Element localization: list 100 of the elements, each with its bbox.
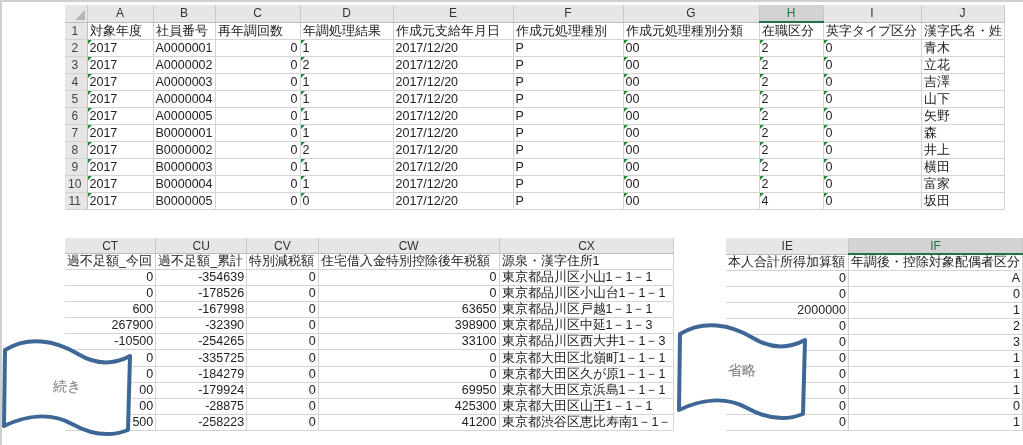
- column-header[interactable]: B: [153, 5, 215, 22]
- field-name: 在職区分: [761, 24, 814, 38]
- cell-value: 0: [839, 399, 846, 413]
- column-header[interactable]: F: [513, 5, 623, 22]
- cell-value: 0: [290, 143, 298, 157]
- cell-value: 0: [489, 366, 497, 381]
- cell-value: 0: [839, 287, 846, 301]
- cell-value: 0: [146, 350, 154, 365]
- cell-value: 0: [489, 270, 497, 285]
- field-name: 特別減税額: [249, 254, 315, 269]
- column-header[interactable]: E: [393, 5, 513, 22]
- cell-value: B0000001: [155, 126, 213, 140]
- cell-value: 2: [761, 177, 769, 191]
- column-header[interactable]: D: [300, 5, 393, 22]
- cell-value: 0: [825, 143, 833, 157]
- banner-label: 省略: [727, 362, 757, 380]
- cell-value: 4: [761, 194, 769, 208]
- cell-value: B0000004: [155, 177, 213, 191]
- column-header[interactable]: CW: [318, 238, 499, 254]
- cell-value: 2017: [89, 58, 118, 72]
- cell-value: 0: [489, 286, 497, 301]
- cell-value: 2: [761, 143, 769, 157]
- cell-value: P: [515, 177, 524, 191]
- cell-value: 0: [290, 194, 298, 208]
- column-header[interactable]: IE: [726, 238, 849, 254]
- cell-value: 2017/12/20: [395, 41, 459, 55]
- cell-value: 0: [308, 414, 316, 429]
- cell-value: 坂田: [923, 194, 950, 208]
- cell-value: 0: [825, 75, 833, 89]
- cell-value: 0: [308, 350, 316, 365]
- column-header[interactable]: CU: [155, 238, 247, 254]
- cell-value: 00: [625, 41, 640, 55]
- cell-value: 富家: [923, 177, 950, 191]
- cell-value: 0: [308, 318, 316, 333]
- column-header[interactable]: CX: [499, 238, 674, 254]
- cell-value: 2017/12/20: [395, 177, 459, 191]
- cell-value: -254265: [198, 334, 245, 349]
- cell-value: 00: [139, 382, 154, 397]
- cell-value: 2: [302, 58, 310, 72]
- cell-value: 33100: [461, 334, 497, 349]
- field-name: 漢字氏名・姓: [923, 23, 1002, 38]
- cell-value: 0: [825, 126, 833, 140]
- cell-value: P: [515, 160, 524, 174]
- cell-value: 0: [290, 177, 298, 191]
- cell-value: 0: [290, 160, 298, 174]
- column-header[interactable]: G: [623, 5, 759, 22]
- cell-value: 2017: [89, 109, 118, 123]
- cell-value: -10500: [114, 334, 154, 349]
- column-header[interactable]: CT: [65, 238, 156, 254]
- cell-value: 2017/12/20: [395, 143, 459, 157]
- cell-value: 東京都品川区小山1－1－1: [501, 270, 653, 285]
- cell-value: 2017/12/20: [395, 109, 459, 123]
- cell-value: -28875: [205, 398, 245, 413]
- column-header[interactable]: IF: [848, 238, 1023, 254]
- column-header[interactable]: C: [215, 5, 300, 22]
- field-name: 再年調回数: [217, 23, 283, 38]
- cell-value: 0: [308, 302, 316, 317]
- cell-value: A0000001: [155, 41, 213, 55]
- column-header[interactable]: A: [87, 5, 153, 22]
- cell-value: 吉澤: [923, 75, 950, 89]
- field-name: 過不足額_累計: [158, 254, 244, 269]
- column-header[interactable]: H: [759, 5, 823, 22]
- cell-value: 0: [489, 350, 497, 365]
- cell-value: 0: [290, 109, 298, 123]
- cell-value: 2: [302, 143, 310, 157]
- field-name: 年調処理結果: [302, 23, 381, 38]
- cell-value: 2: [761, 109, 769, 123]
- field-name: 年調後・控除対象配偶者区分: [851, 255, 1020, 269]
- cell-value: 東京都品川区中延1－1－3: [501, 318, 653, 333]
- cell-value: 0: [308, 382, 316, 397]
- cell-value: P: [515, 126, 524, 140]
- column-header[interactable]: I: [823, 5, 921, 22]
- cell-value: 2017: [89, 177, 118, 191]
- cell-value: 0: [839, 351, 846, 365]
- cell-value: 1: [1013, 351, 1020, 365]
- cell-value: 2017: [89, 75, 118, 89]
- cell-value: 東京都大田区北嶺町1－1－1: [501, 350, 666, 365]
- column-header[interactable]: CV: [246, 238, 319, 254]
- cell-value: 0: [825, 58, 833, 72]
- cell-value: 0: [825, 41, 833, 55]
- cell-value: P: [515, 194, 524, 208]
- select-all-icon[interactable]: [74, 9, 85, 20]
- cell-value: 2: [1013, 319, 1020, 333]
- cell-value: P: [515, 143, 524, 157]
- cell-value: 0: [839, 383, 846, 397]
- cell-value: P: [515, 58, 524, 72]
- cell-value: 00: [625, 109, 640, 123]
- cell-value: 267900: [111, 318, 154, 333]
- cell-value: 0: [839, 335, 846, 349]
- cell-value: 2017: [89, 41, 118, 55]
- cell-value: B0000003: [155, 160, 213, 174]
- column-header[interactable]: J: [921, 5, 1004, 22]
- field-name: 過不足額_今回: [67, 254, 152, 269]
- cell-value: A0000004: [155, 92, 213, 106]
- cell-value: -184279: [198, 366, 245, 381]
- cell-value: 00: [625, 58, 640, 72]
- cell-value: 2017: [89, 143, 118, 157]
- banner-label: 続き: [52, 378, 82, 396]
- cell-value: P: [515, 41, 524, 55]
- cell-value: 00: [625, 126, 640, 140]
